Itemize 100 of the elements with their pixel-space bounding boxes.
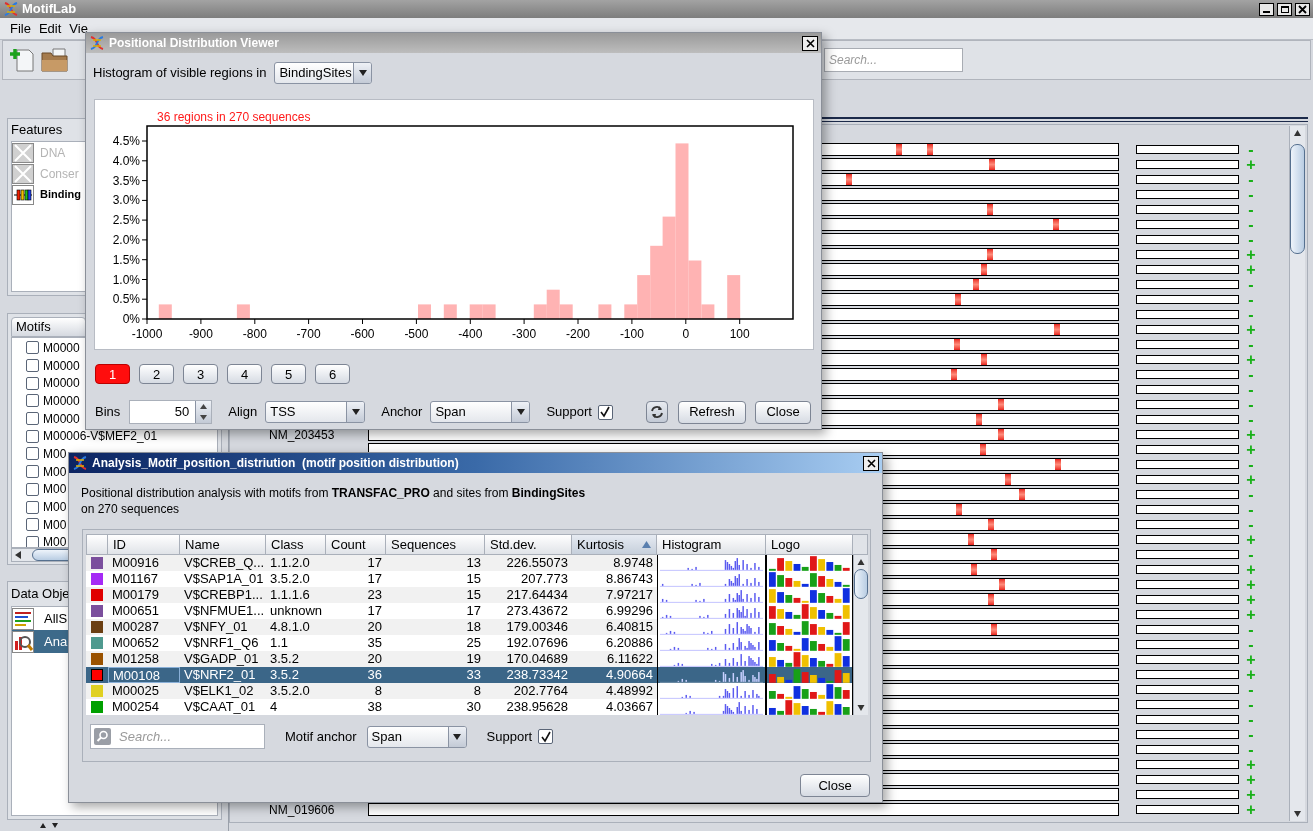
table-cell-text: 6.11622 <box>605 651 654 667</box>
strand-sign: - <box>1247 697 1255 712</box>
table-cell-text: 207.773 <box>520 571 569 587</box>
axis-tick-label: 3.5% <box>112 173 140 188</box>
table-cell-text: 4 <box>269 699 279 715</box>
table-cell-text: V$NFY_01 <box>183 619 249 635</box>
strand-sign: + <box>1245 247 1257 262</box>
strand-sign: - <box>1247 337 1255 352</box>
analysis-description: Positional distribution analysis with motifs from TRANSFAC_PRO and sites from BindingSites on 270 sequences <box>81 485 587 517</box>
table-cell-text: 3.5.2.0 <box>269 571 311 587</box>
strand-sign: - <box>1247 187 1255 202</box>
strand-sign: - <box>1247 307 1255 322</box>
table-cell-text: 3.5.2.0 <box>269 683 311 699</box>
axis-tick-label: 2.0% <box>112 232 140 247</box>
axis-tick-label: 3.0% <box>112 193 140 208</box>
strand-sign: - <box>1247 367 1255 382</box>
strand-sign: - <box>1247 397 1255 412</box>
table-cell-text: 273.43672 <box>505 603 569 619</box>
axis-tick-label: -200 <box>566 327 590 341</box>
table-cell-text: 4.03667 <box>605 699 654 715</box>
table-cell-text: 238.95628 <box>505 699 569 715</box>
axis-tick-label: -700 <box>296 327 321 341</box>
strand-sign: + <box>1245 472 1257 487</box>
axis-tick-label: -1000 <box>131 327 163 341</box>
axis-tick-label: -800 <box>242 327 267 341</box>
axis-tick-label: -600 <box>350 327 375 341</box>
strand-sign: - <box>1247 412 1255 427</box>
strand-sign: + <box>1245 532 1257 547</box>
axis-tick-label: 0 <box>682 327 690 341</box>
table-cell-text: 15 <box>465 587 482 603</box>
window-title: MotifLab <box>22 0 77 19</box>
strand-sign: + <box>1245 772 1257 787</box>
table-cell-text: 15 <box>465 571 482 587</box>
dialog-title: Positional Distribution Viewer <box>109 35 279 52</box>
strand-sign: - <box>1247 457 1255 472</box>
axis-tick-label: 4.5% <box>112 134 140 148</box>
table-cell-text: M00025 <box>111 683 160 699</box>
strand-sign: + <box>1245 802 1257 817</box>
axis-tick-label: 100 <box>729 327 750 341</box>
axis-tick-label: -300 <box>512 327 537 341</box>
table-cell-text: 17 <box>366 571 383 587</box>
strand-sign: - <box>1247 172 1255 187</box>
table-cell-text: 202.7764 <box>512 683 569 699</box>
axis-tick-label: 1.0% <box>112 272 140 287</box>
strand-sign: - <box>1247 547 1255 562</box>
table-cell-text: V$NFMUE1... <box>183 603 266 619</box>
table-cell-text: 36 <box>366 667 383 683</box>
axis-tick-label: -400 <box>458 327 483 341</box>
table-cell-text: 238.73342 <box>505 667 569 683</box>
strand-sign: - <box>1247 487 1255 502</box>
panel-title: Features <box>11 121 63 140</box>
strand-sign: - <box>1247 277 1255 292</box>
table-cell-text: V$SAP1A_01 <box>183 571 265 587</box>
table-cell-text: 6.20886 <box>605 635 654 651</box>
table-cell-text: 33 <box>465 667 482 683</box>
table-cell-text: 18 <box>465 619 482 635</box>
table-cell-text: V$CREBP1... <box>183 587 264 603</box>
table-cell-text: 17 <box>465 603 482 619</box>
table-cell-text: unknown <box>269 603 324 619</box>
table-cell-text: V$CREB_Q... <box>183 555 266 571</box>
table-cell-text: 8.9748 <box>612 555 654 571</box>
strand-sign: + <box>1245 652 1257 667</box>
table-cell-text: 3.5.2 <box>269 667 300 683</box>
table-cell-text: V$ELK1_02 <box>183 683 255 699</box>
table-cell-text: 3.5.2 <box>269 651 300 667</box>
strand-sign: + <box>1245 262 1257 277</box>
strand-sign: - <box>1247 502 1255 517</box>
dialog-title: Analysis_Motif_position_distriution (motif position distribution) <box>92 455 459 472</box>
panel-title: Data Obje <box>11 585 70 604</box>
field-label: Motif anchor <box>285 727 357 746</box>
axis-tick-label: 4.0% <box>112 153 140 168</box>
strand-sign: + <box>1245 322 1257 337</box>
axis-tick-label: -100 <box>619 327 644 341</box>
strand-sign: - <box>1247 382 1255 397</box>
table-cell-text: 7.97217 <box>605 587 654 603</box>
table-cell-text: 8 <box>472 683 482 699</box>
axis-tick-label: 1.5% <box>112 252 140 267</box>
table-cell-text: 23 <box>366 587 383 603</box>
table-cell-text: 6.99296 <box>605 603 654 619</box>
table-cell-text: 4.90664 <box>605 667 654 683</box>
table-cell-text: 8.86743 <box>605 571 654 587</box>
strand-sign: - <box>1247 142 1255 157</box>
axis-tick-label: -900 <box>188 327 213 341</box>
field-label: Histogram of visible regions in <box>93 64 267 83</box>
strand-sign: + <box>1245 442 1257 457</box>
strand-sign: + <box>1245 787 1257 802</box>
strand-sign: + <box>1245 427 1257 442</box>
field-label: Align <box>228 403 258 422</box>
table-cell-text: 13 <box>465 555 482 571</box>
table-cell-text: 179.00346 <box>505 619 569 635</box>
field-label: Support <box>486 727 533 746</box>
strand-sign: + <box>1245 607 1257 622</box>
axis-tick-label: -500 <box>404 327 429 341</box>
table-cell-text: M00651 <box>111 603 160 619</box>
table-cell-text: M01167 <box>111 571 159 587</box>
strand-sign: + <box>1245 757 1257 772</box>
table-cell-text: V$CAAT_01 <box>183 699 257 715</box>
table-cell-text: 19 <box>465 651 482 667</box>
table-cell: M00108 <box>108 667 180 683</box>
strand-sign: + <box>1245 157 1257 172</box>
